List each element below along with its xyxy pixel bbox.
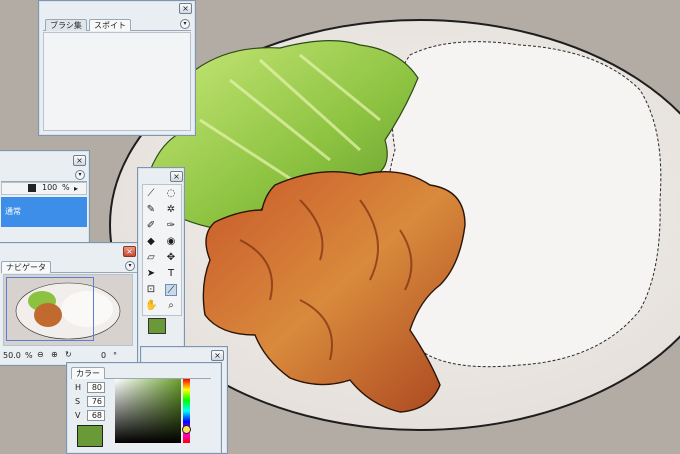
brush-panel: × ブラシ集 スポイト ▾ bbox=[38, 0, 196, 136]
color-tabbar: カラー bbox=[71, 366, 211, 379]
layer-panel: × ▾ 100 % ▸ 通常 bbox=[0, 150, 90, 244]
blur-tool-icon[interactable]: ◉ bbox=[165, 236, 177, 248]
navigator-preview[interactable] bbox=[3, 274, 133, 346]
panel-menu-button[interactable]: ▾ bbox=[75, 170, 85, 180]
v-label: V bbox=[75, 411, 81, 420]
v-value-field[interactable]: 68 bbox=[87, 410, 105, 421]
zoom-percent: % bbox=[25, 351, 33, 360]
eraser-tool-icon[interactable]: ✑ bbox=[165, 220, 177, 232]
sv-picker[interactable] bbox=[115, 379, 181, 443]
close-button[interactable]: × bbox=[73, 155, 86, 166]
select-tool-icon[interactable]: ➤ bbox=[145, 268, 157, 280]
airbrush-tool-icon[interactable]: ✐ bbox=[145, 220, 157, 232]
stepper-icon[interactable]: ▸ bbox=[74, 184, 78, 194]
crop-tool-icon[interactable]: ⊡ bbox=[145, 284, 157, 296]
main-color-swatch[interactable] bbox=[148, 318, 166, 334]
zoom-in-icon[interactable]: ⊕ bbox=[51, 350, 58, 360]
lasso-tool-icon[interactable]: ◌ bbox=[165, 188, 177, 200]
current-color-swatch[interactable] bbox=[77, 425, 103, 447]
brush-tabbar: ブラシ集 スポイト ▾ bbox=[43, 18, 191, 31]
hue-indicator-icon[interactable] bbox=[182, 425, 191, 434]
navigator-panel: × ナビゲータ ▾ 50.0 % ⊖ ⊕ ↻ 0 ° bbox=[0, 242, 139, 366]
tab-brush-collection[interactable]: ブラシ集 bbox=[45, 19, 87, 31]
opacity-percent: % bbox=[62, 183, 70, 192]
pen-tool-icon[interactable]: ✎ bbox=[145, 204, 157, 216]
hand-tool-icon[interactable]: ✋ bbox=[145, 300, 157, 312]
h-value-field[interactable]: 80 bbox=[87, 382, 105, 393]
navigator-tabbar: ナビゲータ ▾ bbox=[1, 260, 137, 273]
tab-navigator[interactable]: ナビゲータ bbox=[1, 261, 51, 273]
opacity-value[interactable]: 100 bbox=[42, 183, 57, 193]
tab-eyedropper[interactable]: スポイト bbox=[89, 19, 131, 31]
layer-row-selected[interactable]: 通常 bbox=[1, 197, 87, 227]
rotate-icon[interactable]: ↻ bbox=[65, 350, 72, 360]
layer-tabbar: ▾ bbox=[1, 169, 87, 182]
layer-options: 100 % ▸ bbox=[1, 182, 87, 195]
close-button[interactable]: × bbox=[179, 3, 192, 14]
brush-panel-body bbox=[43, 32, 191, 131]
magic-wand-tool-icon[interactable]: ✲ bbox=[165, 204, 177, 216]
color-panel: カラー H 80 S 76 V 68 bbox=[66, 362, 222, 454]
text-tool-icon[interactable]: T bbox=[165, 268, 177, 280]
tab-color[interactable]: カラー bbox=[71, 367, 105, 379]
zoom-out-icon[interactable]: ⊖ bbox=[37, 350, 44, 360]
h-label: H bbox=[75, 383, 82, 392]
tool-panel: × ⟋ ◌ ✎ ✲ ✐ ✑ ◆ ◉ ▱ ✥ ➤ T ⊡ ⟋ ✋ ⌕ 100 % bbox=[137, 167, 185, 363]
panel-menu-button[interactable]: ▾ bbox=[180, 19, 190, 29]
layer-mode-icon[interactable] bbox=[28, 184, 36, 192]
move-tool-icon[interactable]: ✥ bbox=[165, 252, 177, 264]
panel-menu-button[interactable]: ▾ bbox=[125, 261, 135, 271]
s-label: S bbox=[75, 397, 81, 406]
eyedropper-tool-icon[interactable]: ⟋ bbox=[165, 284, 177, 296]
zoom-tool-icon[interactable]: ⌕ bbox=[165, 300, 177, 312]
angle-value[interactable]: 0 bbox=[101, 351, 106, 361]
brush-tool-icon[interactable]: ⟋ bbox=[145, 188, 157, 200]
zoom-value[interactable]: 50.0 bbox=[3, 351, 21, 361]
shape-tool-icon[interactable]: ▱ bbox=[145, 252, 157, 264]
close-button[interactable]: × bbox=[123, 246, 136, 257]
tool-grid: ⟋ ◌ ✎ ✲ ✐ ✑ ◆ ◉ ▱ ✥ ➤ T ⊡ ⟋ ✋ ⌕ bbox=[142, 184, 182, 316]
close-button[interactable]: × bbox=[170, 171, 183, 182]
layer-name: 通常 bbox=[5, 207, 21, 216]
close-button[interactable]: × bbox=[211, 350, 224, 361]
s-value-field[interactable]: 76 bbox=[87, 396, 105, 407]
angle-degree: ° bbox=[113, 351, 117, 360]
view-frame[interactable] bbox=[6, 277, 94, 341]
fill-tool-icon[interactable]: ◆ bbox=[145, 236, 157, 248]
navigator-footer: 50.0 % ⊖ ⊕ ↻ 0 ° bbox=[1, 350, 137, 362]
